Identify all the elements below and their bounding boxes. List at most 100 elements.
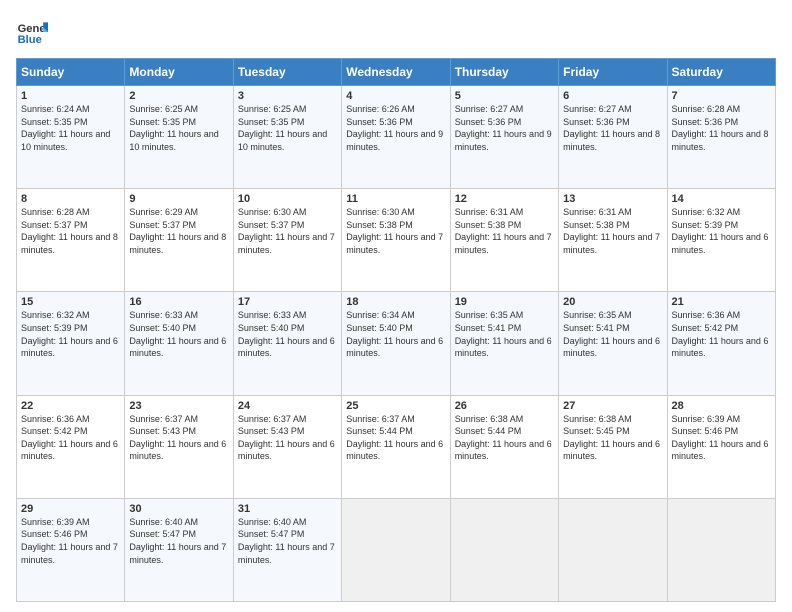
calendar-cell: 5Sunrise: 6:27 AMSunset: 5:36 PMDaylight…	[450, 86, 558, 189]
day-info: Sunrise: 6:24 AMSunset: 5:35 PMDaylight:…	[21, 104, 110, 152]
day-number: 1	[21, 90, 120, 102]
day-number: 11	[346, 193, 445, 205]
svg-text:Blue: Blue	[18, 34, 42, 46]
calendar-cell: 1 Sunrise: 6:24 AMSunset: 5:35 PMDaylight…	[17, 86, 125, 189]
day-number: 2	[129, 90, 228, 102]
day-number: 14	[672, 193, 771, 205]
calendar-page: General Blue SundayMondayTuesdayWednesda…	[0, 0, 792, 612]
day-number: 25	[346, 400, 445, 412]
day-number: 29	[21, 503, 120, 515]
col-header-sunday: Sunday	[17, 59, 125, 86]
calendar-cell: 28Sunrise: 6:39 AMSunset: 5:46 PMDayligh…	[667, 395, 775, 498]
calendar-cell: 7 Sunrise: 6:28 AMSunset: 5:36 PMDaylight…	[667, 86, 775, 189]
day-number: 30	[129, 503, 228, 515]
day-info: Sunrise: 6:40 AMSunset: 5:47 PMDaylight:…	[129, 517, 226, 565]
col-header-friday: Friday	[559, 59, 667, 86]
calendar-cell: 10Sunrise: 6:30 AMSunset: 5:37 PMDayligh…	[233, 189, 341, 292]
day-info: Sunrise: 6:29 AMSunset: 5:37 PMDaylight:…	[129, 207, 226, 255]
calendar-cell: 31 Sunrise: 6:40 AMSunset: 5:47 PMDayligh…	[233, 498, 341, 601]
day-number: 20	[563, 296, 662, 308]
day-number: 3	[238, 90, 337, 102]
day-info: Sunrise: 6:32 AMSunset: 5:39 PMDaylight:…	[672, 207, 769, 255]
day-info: Sunrise: 6:37 AMSunset: 5:43 PMDaylight:…	[238, 414, 335, 462]
day-number: 19	[455, 296, 554, 308]
day-info: Sunrise: 6:30 AMSunset: 5:37 PMDaylight:…	[238, 207, 335, 255]
calendar-cell: 20 Sunrise: 6:35 AMSunset: 5:41 PMDayligh…	[559, 292, 667, 395]
calendar-cell: 25 Sunrise: 6:37 AMSunset: 5:44 PMDayligh…	[342, 395, 450, 498]
day-info: Sunrise: 6:38 AMSunset: 5:45 PMDaylight:…	[563, 414, 660, 462]
calendar-cell: 24 Sunrise: 6:37 AMSunset: 5:43 PMDayligh…	[233, 395, 341, 498]
calendar-cell: 3 Sunrise: 6:25 AMSunset: 5:35 PMDaylight…	[233, 86, 341, 189]
week-row-4: 22Sunrise: 6:36 AMSunset: 5:42 PMDayligh…	[17, 395, 776, 498]
calendar-cell: 15 Sunrise: 6:32 AMSunset: 5:39 PMDayligh…	[17, 292, 125, 395]
day-number: 16	[129, 296, 228, 308]
calendar-cell: 18Sunrise: 6:34 AMSunset: 5:40 PMDayligh…	[342, 292, 450, 395]
col-header-tuesday: Tuesday	[233, 59, 341, 86]
day-number: 9	[129, 193, 228, 205]
day-number: 13	[563, 193, 662, 205]
week-row-1: 1 Sunrise: 6:24 AMSunset: 5:35 PMDaylight…	[17, 86, 776, 189]
calendar-cell: 30 Sunrise: 6:40 AMSunset: 5:47 PMDayligh…	[125, 498, 233, 601]
day-info: Sunrise: 6:31 AMSunset: 5:38 PMDaylight:…	[563, 207, 660, 255]
col-header-monday: Monday	[125, 59, 233, 86]
day-number: 31	[238, 503, 337, 515]
day-number: 27	[563, 400, 662, 412]
calendar-cell: 17Sunrise: 6:33 AMSunset: 5:40 PMDayligh…	[233, 292, 341, 395]
calendar-cell: 19 Sunrise: 6:35 AMSunset: 5:41 PMDayligh…	[450, 292, 558, 395]
day-info: Sunrise: 6:25 AMSunset: 5:35 PMDaylight:…	[129, 104, 218, 152]
header-row: SundayMondayTuesdayWednesdayThursdayFrid…	[17, 59, 776, 86]
day-info: Sunrise: 6:36 AMSunset: 5:42 PMDaylight:…	[21, 414, 118, 462]
day-info: Sunrise: 6:27 AMSunset: 5:36 PMDaylight:…	[563, 104, 660, 152]
day-info: Sunrise: 6:39 AMSunset: 5:46 PMDaylight:…	[672, 414, 769, 462]
calendar-cell: 21 Sunrise: 6:36 AMSunset: 5:42 PMDayligh…	[667, 292, 775, 395]
calendar-cell: 16 Sunrise: 6:33 AMSunset: 5:40 PMDayligh…	[125, 292, 233, 395]
col-header-wednesday: Wednesday	[342, 59, 450, 86]
day-number: 24	[238, 400, 337, 412]
col-header-saturday: Saturday	[667, 59, 775, 86]
day-info: Sunrise: 6:34 AMSunset: 5:40 PMDaylight:…	[346, 310, 443, 358]
day-info: Sunrise: 6:33 AMSunset: 5:40 PMDaylight:…	[238, 310, 335, 358]
day-info: Sunrise: 6:26 AMSunset: 5:36 PMDaylight:…	[346, 104, 443, 152]
calendar-cell: 12 Sunrise: 6:31 AMSunset: 5:38 PMDayligh…	[450, 189, 558, 292]
day-info: Sunrise: 6:35 AMSunset: 5:41 PMDaylight:…	[563, 310, 660, 358]
calendar-cell: 29Sunrise: 6:39 AMSunset: 5:46 PMDayligh…	[17, 498, 125, 601]
logo: General Blue	[16, 16, 48, 48]
day-info: Sunrise: 6:30 AMSunset: 5:38 PMDaylight:…	[346, 207, 443, 255]
logo-icon: General Blue	[16, 16, 48, 48]
day-number: 7	[672, 90, 771, 102]
day-info: Sunrise: 6:28 AMSunset: 5:36 PMDaylight:…	[672, 104, 769, 152]
calendar-cell: 6 Sunrise: 6:27 AMSunset: 5:36 PMDaylight…	[559, 86, 667, 189]
calendar-cell: 13 Sunrise: 6:31 AMSunset: 5:38 PMDayligh…	[559, 189, 667, 292]
calendar-cell	[342, 498, 450, 601]
day-info: Sunrise: 6:35 AMSunset: 5:41 PMDaylight:…	[455, 310, 552, 358]
day-number: 21	[672, 296, 771, 308]
day-number: 8	[21, 193, 120, 205]
day-number: 5	[455, 90, 554, 102]
day-info: Sunrise: 6:36 AMSunset: 5:42 PMDaylight:…	[672, 310, 769, 358]
calendar-cell: 14 Sunrise: 6:32 AMSunset: 5:39 PMDayligh…	[667, 189, 775, 292]
calendar-cell: 11 Sunrise: 6:30 AMSunset: 5:38 PMDayligh…	[342, 189, 450, 292]
day-info: Sunrise: 6:37 AMSunset: 5:43 PMDaylight:…	[129, 414, 226, 462]
day-info: Sunrise: 6:40 AMSunset: 5:47 PMDaylight:…	[238, 517, 335, 565]
calendar-cell: 26 Sunrise: 6:38 AMSunset: 5:44 PMDayligh…	[450, 395, 558, 498]
calendar-cell: 2 Sunrise: 6:25 AMSunset: 5:35 PMDaylight…	[125, 86, 233, 189]
day-number: 12	[455, 193, 554, 205]
calendar-cell: 22Sunrise: 6:36 AMSunset: 5:42 PMDayligh…	[17, 395, 125, 498]
day-number: 15	[21, 296, 120, 308]
calendar-cell: 23 Sunrise: 6:37 AMSunset: 5:43 PMDayligh…	[125, 395, 233, 498]
day-info: Sunrise: 6:37 AMSunset: 5:44 PMDaylight:…	[346, 414, 443, 462]
day-info: Sunrise: 6:38 AMSunset: 5:44 PMDaylight:…	[455, 414, 552, 462]
day-info: Sunrise: 6:28 AMSunset: 5:37 PMDaylight:…	[21, 207, 118, 255]
day-number: 4	[346, 90, 445, 102]
day-number: 26	[455, 400, 554, 412]
day-info: Sunrise: 6:33 AMSunset: 5:40 PMDaylight:…	[129, 310, 226, 358]
calendar-cell: 9 Sunrise: 6:29 AMSunset: 5:37 PMDaylight…	[125, 189, 233, 292]
day-number: 23	[129, 400, 228, 412]
day-number: 6	[563, 90, 662, 102]
calendar-cell: 8 Sunrise: 6:28 AMSunset: 5:37 PMDaylight…	[17, 189, 125, 292]
calendar-table: SundayMondayTuesdayWednesdayThursdayFrid…	[16, 58, 776, 602]
day-info: Sunrise: 6:31 AMSunset: 5:38 PMDaylight:…	[455, 207, 552, 255]
calendar-cell	[667, 498, 775, 601]
day-info: Sunrise: 6:25 AMSunset: 5:35 PMDaylight:…	[238, 104, 327, 152]
day-info: Sunrise: 6:32 AMSunset: 5:39 PMDaylight:…	[21, 310, 118, 358]
